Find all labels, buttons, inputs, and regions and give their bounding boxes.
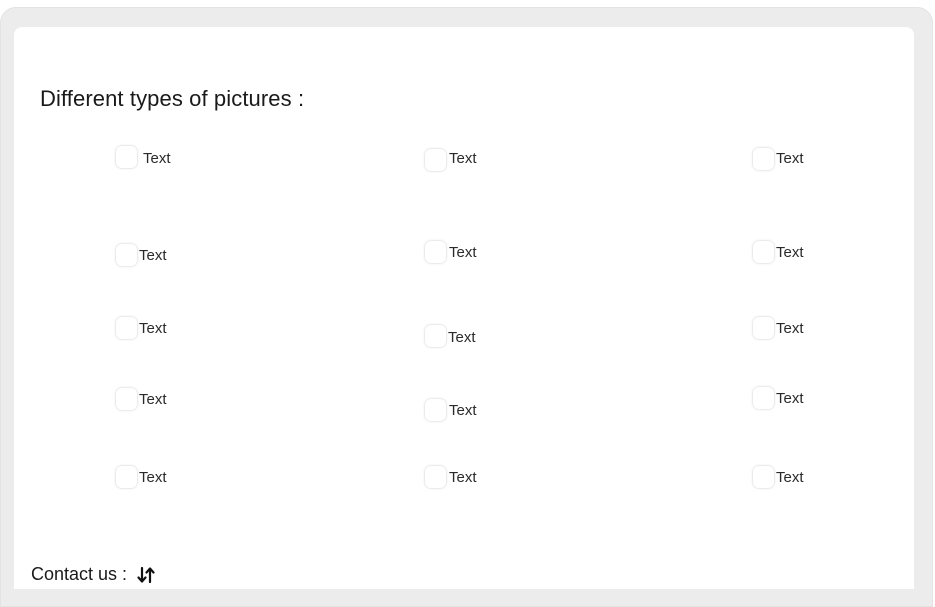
checkbox-box[interactable] bbox=[425, 466, 446, 488]
option-checkbox[interactable]: Text bbox=[116, 466, 167, 488]
option-checkbox[interactable]: Text bbox=[753, 148, 804, 170]
option-checkbox[interactable]: Text bbox=[116, 388, 167, 410]
swap-vertical-icon[interactable] bbox=[136, 565, 158, 585]
option-checkbox[interactable]: Text bbox=[753, 466, 804, 488]
option-checkbox[interactable]: Text bbox=[425, 466, 477, 488]
option-label: Text bbox=[139, 469, 167, 486]
option-checkbox[interactable]: Text bbox=[753, 241, 804, 263]
checkbox-box[interactable] bbox=[753, 148, 774, 170]
option-checkbox[interactable]: Text bbox=[425, 399, 477, 421]
option-checkbox[interactable]: Text bbox=[753, 317, 804, 339]
option-label: Text bbox=[776, 150, 804, 167]
checkbox-box[interactable] bbox=[425, 399, 446, 421]
checkbox-box[interactable] bbox=[116, 146, 137, 168]
checkbox-box[interactable] bbox=[116, 244, 137, 266]
checkbox-box[interactable] bbox=[753, 241, 774, 263]
contact-us: Contact us : bbox=[31, 564, 158, 585]
option-checkbox[interactable]: Text bbox=[425, 241, 477, 263]
checkbox-box[interactable] bbox=[425, 149, 446, 171]
checkbox-box[interactable] bbox=[753, 387, 774, 409]
option-label: Text bbox=[139, 390, 167, 408]
option-checkbox[interactable]: Text bbox=[116, 146, 171, 168]
checkbox-box[interactable] bbox=[425, 325, 446, 347]
option-label: Text bbox=[449, 150, 477, 167]
option-checkbox[interactable]: Text bbox=[116, 317, 167, 339]
checkbox-box[interactable] bbox=[425, 241, 446, 263]
option-checkbox[interactable]: Text bbox=[753, 387, 804, 409]
option-label: Text bbox=[139, 247, 167, 264]
page-title: Different types of pictures : bbox=[40, 86, 305, 111]
option-label: Text bbox=[776, 320, 804, 337]
checkbox-box[interactable] bbox=[116, 317, 137, 339]
checkbox-box[interactable] bbox=[753, 466, 774, 488]
option-label: Text bbox=[143, 149, 171, 167]
option-label: Text bbox=[776, 389, 804, 407]
checkbox-box[interactable] bbox=[116, 388, 137, 410]
option-checkbox[interactable]: Text bbox=[425, 325, 476, 347]
option-label: Text bbox=[449, 402, 477, 419]
option-label: Text bbox=[449, 469, 477, 486]
option-label: Text bbox=[449, 243, 477, 261]
option-checkbox[interactable]: Text bbox=[116, 244, 167, 266]
checkbox-box[interactable] bbox=[116, 466, 137, 488]
option-label: Text bbox=[139, 320, 167, 337]
option-label: Text bbox=[448, 329, 476, 346]
checkbox-box[interactable] bbox=[753, 317, 774, 339]
contact-label: Contact us : bbox=[31, 564, 128, 584]
option-label: Text bbox=[776, 469, 804, 486]
option-checkbox[interactable]: Text bbox=[425, 149, 477, 171]
option-label: Text bbox=[776, 243, 804, 261]
